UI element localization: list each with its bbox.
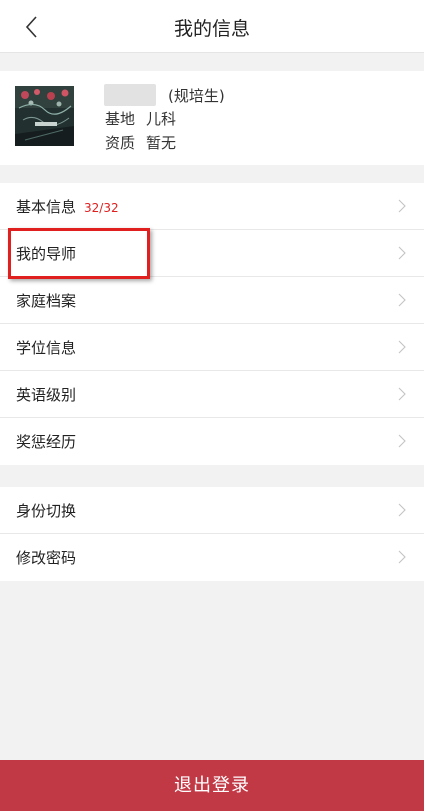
menu-item-degree-info[interactable]: 学位信息	[0, 324, 424, 371]
menu-item-label: 修改密码	[16, 549, 77, 567]
base-label: 基地	[105, 110, 136, 128]
chevron-right-icon	[398, 387, 406, 401]
chevron-right-icon	[398, 503, 406, 517]
blurred-name	[104, 84, 156, 106]
chevron-right-icon	[398, 340, 406, 354]
menu-item-switch-identity[interactable]: 身份切换	[0, 487, 424, 534]
avatar-image	[15, 86, 74, 146]
chevron-right-icon	[398, 550, 406, 564]
menu-item-my-mentor[interactable]: 我的导师	[0, 230, 424, 277]
menu-item-rewards-punishments[interactable]: 奖惩经历	[0, 418, 424, 465]
qualification-value: 暂无	[146, 134, 177, 152]
base-value: 儿科	[146, 110, 177, 128]
menu-item-change-password[interactable]: 修改密码	[0, 534, 424, 581]
account-menu-section: 身份切换 修改密码	[0, 487, 424, 581]
logout-button[interactable]: 退出登录	[0, 760, 424, 811]
base-line: 基地 儿科	[105, 108, 176, 129]
menu-item-label: 身份切换	[16, 502, 77, 520]
completion-count: 32/32	[84, 201, 119, 215]
menu-item-label: 家庭档案	[16, 292, 77, 310]
qualification-label: 资质	[105, 134, 136, 152]
chevron-right-icon	[398, 246, 406, 260]
top-bar: 我的信息	[0, 0, 424, 53]
menu-item-label: 学位信息	[16, 339, 77, 357]
chevron-right-icon	[398, 199, 406, 213]
profile-card: (规培生) 基地 儿科 资质 暂无	[0, 71, 424, 165]
info-menu-section: 基本信息 32/32 我的导师 家庭档案 学位信息 英语级别 奖惩经历	[0, 183, 424, 465]
chevron-right-icon	[398, 434, 406, 448]
chevron-right-icon	[398, 293, 406, 307]
menu-item-family-records[interactable]: 家庭档案	[0, 277, 424, 324]
page-title: 我的信息	[173, 18, 250, 40]
menu-item-basic-info[interactable]: 基本信息 32/32	[0, 183, 424, 230]
menu-item-label: 奖惩经历	[16, 433, 77, 451]
menu-item-label: 我的导师	[16, 245, 77, 263]
trainee-rank: (规培生)	[168, 87, 225, 105]
menu-item-english-level[interactable]: 英语级别	[0, 371, 424, 418]
qualification-line: 资质 暂无	[105, 132, 176, 153]
menu-item-label: 基本信息 32/32	[16, 198, 119, 216]
avatar[interactable]	[15, 86, 74, 146]
menu-item-label: 英语级别	[16, 386, 77, 404]
